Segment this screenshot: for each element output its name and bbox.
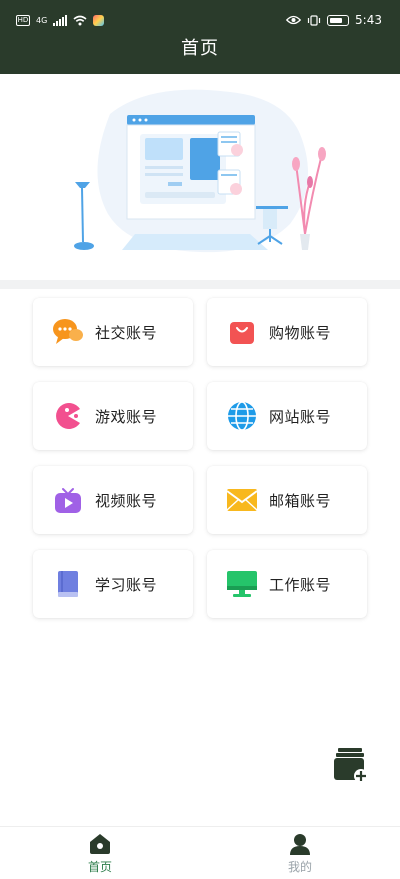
wifi-icon [73, 15, 87, 25]
category-shopping[interactable]: 购物账号 [207, 298, 367, 366]
pacman-icon [51, 399, 85, 433]
add-account-button[interactable] [332, 746, 370, 784]
category-label: 游戏账号 [95, 407, 158, 426]
nav-me[interactable]: 我的 [200, 827, 400, 879]
category-label: 邮箱账号 [269, 491, 332, 510]
battery-icon [327, 14, 350, 26]
app-notification-icon [93, 14, 105, 26]
bottom-navigation: 首页 我的 [0, 826, 400, 879]
home-icon [90, 833, 110, 854]
category-label: 社交账号 [95, 323, 158, 342]
book-icon [51, 567, 85, 601]
category-study[interactable]: 学习账号 [33, 550, 193, 618]
shopping-bag-icon [225, 315, 259, 349]
section-divider [0, 280, 400, 289]
nav-home[interactable]: 首页 [0, 827, 200, 879]
mail-envelope-icon [225, 483, 259, 517]
chat-bubbles-icon [51, 315, 85, 349]
network-type: 4G [36, 15, 48, 25]
category-label: 学习账号 [95, 575, 158, 594]
category-game[interactable]: 游戏账号 [33, 382, 193, 450]
banner-illustration [0, 74, 400, 280]
category-label: 视频账号 [95, 491, 158, 510]
category-website[interactable]: 网站账号 [207, 382, 367, 450]
monitor-icon [225, 567, 259, 601]
globe-icon [225, 399, 259, 433]
eye-icon [286, 15, 302, 25]
workspace-illustration [74, 89, 326, 253]
hd-indicator: HD [16, 14, 30, 26]
category-label: 网站账号 [269, 407, 332, 426]
page-title: 首页 [181, 38, 219, 59]
category-social[interactable]: 社交账号 [33, 298, 193, 366]
vibrate-icon [307, 14, 321, 26]
signal-icon [53, 14, 68, 26]
category-label: 工作账号 [269, 575, 332, 594]
category-label: 购物账号 [269, 323, 332, 342]
nav-home-label: 首页 [87, 859, 112, 874]
app-header: HD 4G 5:43 首页 [0, 0, 400, 74]
category-video[interactable]: 视频账号 [33, 466, 193, 534]
tv-play-icon [51, 483, 85, 517]
category-email[interactable]: 邮箱账号 [207, 466, 367, 534]
person-icon [290, 833, 310, 855]
clock: 5:43 [355, 13, 382, 27]
add-card-icon [334, 748, 368, 783]
nav-me-label: 我的 [287, 859, 312, 874]
category-work[interactable]: 工作账号 [207, 550, 367, 618]
